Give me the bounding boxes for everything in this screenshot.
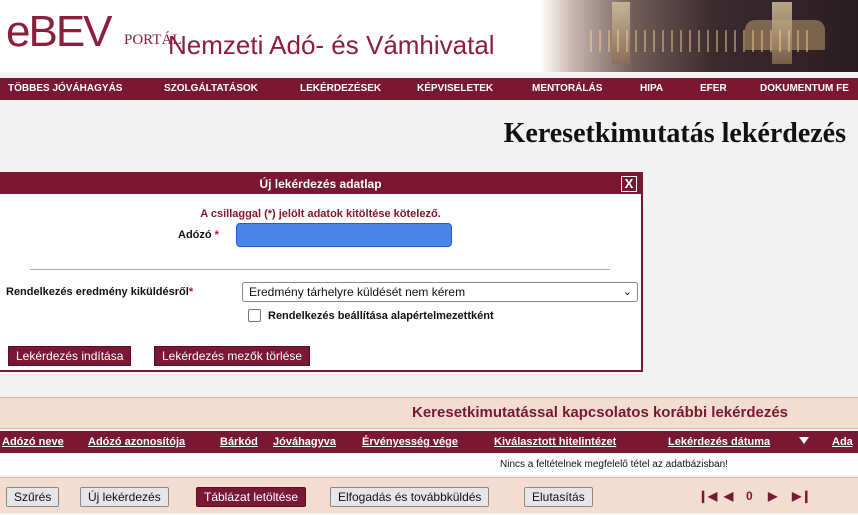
delivery-select[interactable]: Eredmény tárhelyre küldését nem kérem ⌄ — [242, 282, 638, 302]
first-page-icon[interactable]: ❙◀ — [698, 489, 717, 503]
results-header: Keresetkimutatással kapcsolatos korábbi … — [0, 397, 858, 429]
col-adozo-neve[interactable]: Adózó neve — [2, 431, 64, 453]
chevron-down-icon: ⌄ — [622, 286, 632, 298]
sort-desc-icon[interactable] — [799, 437, 809, 444]
adozo-input[interactable] — [236, 223, 452, 247]
page-number: 0 — [746, 489, 753, 503]
site-header: eBEV PORTÁL Nemzeti Adó- és Vámhivatal — [0, 0, 858, 72]
header-photo-lights — [590, 30, 810, 52]
nav-item-mentoralas[interactable]: MENTORÁLÁS — [532, 78, 602, 100]
results-column-headers: Adózó neve Adózó azonosítója Bárkód Jóvá… — [0, 431, 858, 453]
filter-button[interactable]: Szűrés — [6, 487, 60, 507]
results-toolbar: Szűrés Új lekérdezés Táblázat letöltése … — [0, 477, 858, 513]
required-note: A csillaggal (*) jelölt adatok kitöltése… — [200, 208, 441, 220]
nav-item-dokumentum[interactable]: DOKUMENTUM FE — [760, 78, 849, 100]
nav-item-hipa[interactable]: HIPA — [640, 78, 663, 100]
start-query-button[interactable]: Lekérdezés indítása — [8, 346, 132, 366]
download-table-button[interactable]: Táblázat letöltése — [196, 487, 307, 507]
col-ervenyesseg-vege[interactable]: Érvényesség vége — [362, 431, 458, 453]
empty-message: Nincs a feltételnek megfelelő tétel az a… — [500, 459, 728, 470]
page-title: Keresetkimutatás lekérdezés — [503, 118, 846, 149]
form-divider — [30, 269, 610, 270]
form-header: Új lekérdezés adatlap X — [0, 174, 641, 194]
default-setting-checkbox[interactable] — [248, 309, 261, 322]
adozo-label: Adózó * — [178, 229, 219, 241]
next-page-icon[interactable]: ▶ — [768, 489, 777, 503]
required-star: * — [214, 229, 219, 241]
new-query-form: Új lekérdezés adatlap X A csillaggal (*)… — [0, 172, 643, 372]
agency-title: Nemzeti Adó- és Vámhivatal — [168, 30, 495, 60]
adozo-label-text: Adózó — [178, 229, 212, 241]
last-page-icon[interactable]: ▶❙ — [792, 489, 811, 503]
col-kivalasztott-hitelintezet[interactable]: Kiválasztott hitelintézet — [494, 431, 616, 453]
delivery-selected-value: Eredmény tárhelyre küldését nem kérem — [249, 285, 466, 299]
default-setting-label: Rendelkezés beállítása alapértelmezettké… — [268, 310, 494, 322]
col-ada[interactable]: Ada — [832, 431, 853, 453]
close-icon[interactable]: X — [621, 176, 637, 192]
col-adozo-azonositoja[interactable]: Adózó azonosítója — [88, 431, 185, 453]
new-query-button[interactable]: Új lekérdezés — [80, 487, 169, 507]
prev-page-icon[interactable]: ◀ — [724, 489, 733, 503]
delivery-label: Rendelkezés eredmény kiküldésről* — [6, 286, 193, 298]
required-star: * — [188, 286, 194, 298]
accept-forward-button[interactable]: Elfogadás és továbbküldés — [330, 487, 490, 507]
nav-item-kepviseletek[interactable]: KÉPVISELETEK — [417, 78, 493, 100]
logo-ebev-text: eBEV — [6, 7, 113, 56]
empty-table-row: Nincs a feltételnek megfelelő tétel az a… — [0, 453, 858, 475]
nav-item-efer[interactable]: EFER — [700, 78, 727, 100]
nav-item-szolgaltatasok[interactable]: SZOLGÁLTATÁSOK — [164, 78, 258, 100]
form-title: Új lekérdezés adatlap — [259, 177, 382, 191]
reject-button[interactable]: Elutasítás — [524, 487, 593, 507]
main-nav: TÖBBES JÓVÁHAGYÁS SZOLGÁLTATÁSOK LEKÉRDE… — [0, 78, 858, 100]
col-jovahagyva[interactable]: Jóváhagyva — [273, 431, 336, 453]
nav-item-tobbes-jovahagyas[interactable]: TÖBBES JÓVÁHAGYÁS — [8, 78, 122, 100]
results-title: Keresetkimutatással kapcsolatos korábbi … — [412, 404, 789, 421]
delivery-label-text: Rendelkezés eredmény kiküldésről — [6, 286, 189, 298]
clear-fields-button[interactable]: Lekérdezés mezők törlése — [154, 346, 311, 366]
nav-item-lekerdezesek[interactable]: LEKÉRDEZÉSEK — [300, 78, 381, 100]
col-lekerdezes-datuma[interactable]: Lekérdezés dátuma — [668, 431, 770, 453]
col-barkod[interactable]: Bárkód — [220, 431, 258, 453]
